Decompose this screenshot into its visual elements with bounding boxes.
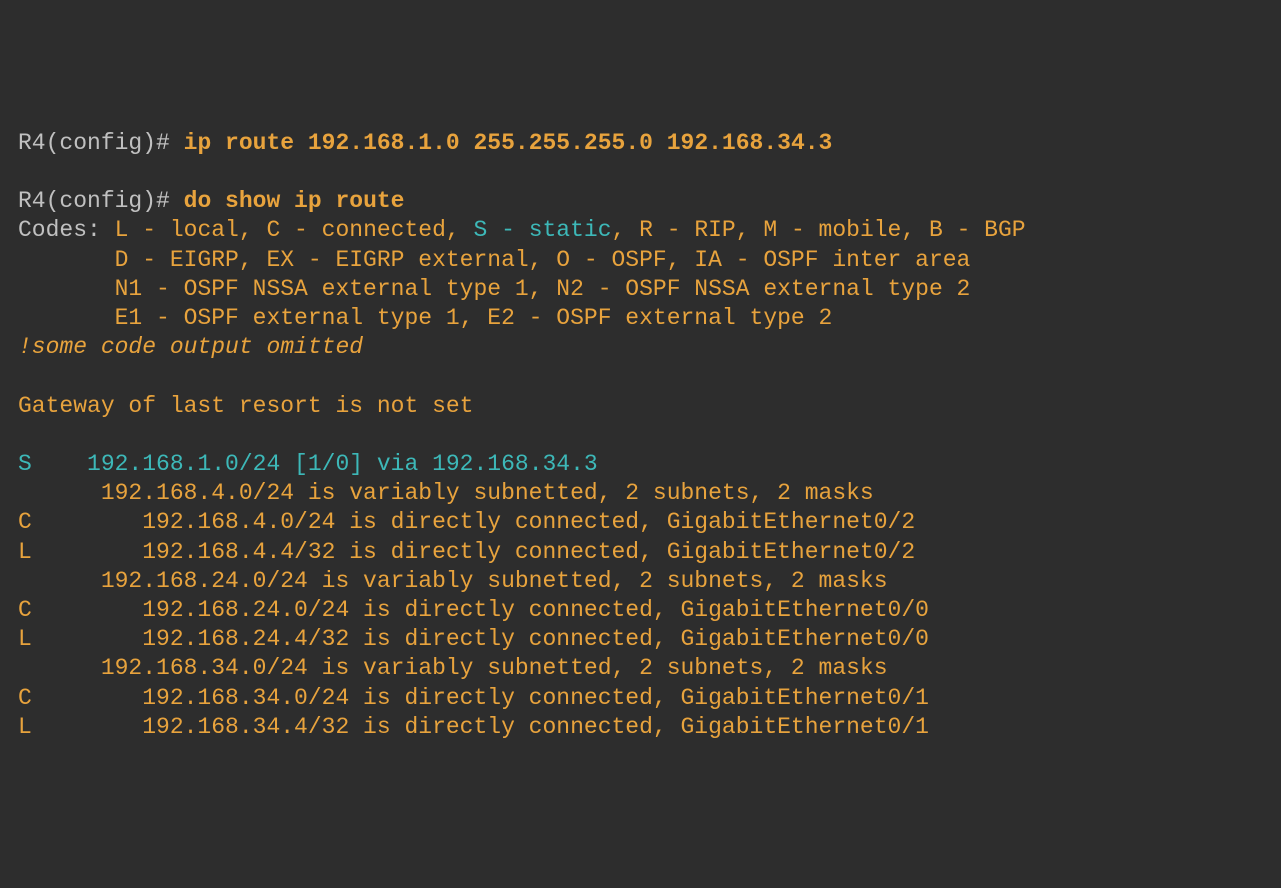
codes-static-highlight: S - static	[473, 217, 611, 243]
codes-line3: N1 - OSPF NSSA external type 1, N2 - OSP…	[18, 276, 970, 302]
prompt-line1: R4(config)#	[18, 130, 184, 156]
terminal-output: R4(config)# ip route 192.168.1.0 255.255…	[18, 129, 1263, 742]
route-24-header: 192.168.24.0/24 is variably subnetted, 2…	[18, 568, 888, 594]
route-4-header: 192.168.4.0/24 is variably subnetted, 2 …	[18, 480, 874, 506]
gateway-line: Gateway of last resort is not set	[18, 393, 473, 419]
codes-line4: E1 - OSPF external type 1, E2 - OSPF ext…	[18, 305, 832, 331]
codes-line1a: L - local, C - connected,	[115, 217, 474, 243]
route-34-connected: C 192.168.34.0/24 is directly connected,…	[18, 685, 929, 711]
route-34-local: L 192.168.34.4/32 is directly connected,…	[18, 714, 929, 740]
route-34-header: 192.168.34.0/24 is variably subnetted, 2…	[18, 655, 888, 681]
prompt-line2: R4(config)#	[18, 188, 184, 214]
omitted-note: !some code output omitted	[18, 334, 363, 360]
codes-line2: D - EIGRP, EX - EIGRP external, O - OSPF…	[18, 247, 970, 273]
route-4-connected: C 192.168.4.0/24 is directly connected, …	[18, 509, 915, 535]
route-4-local: L 192.168.4.4/32 is directly connected, …	[18, 539, 915, 565]
static-route-line: 192.168.1.0/24 [1/0] via 192.168.34.3	[32, 451, 598, 477]
static-route-code: S	[18, 451, 32, 477]
codes-line1b: , R - RIP, M - mobile, B - BGP	[612, 217, 1026, 243]
route-24-connected: C 192.168.24.0/24 is directly connected,…	[18, 597, 929, 623]
command-show-ip-route: do show ip route	[184, 188, 405, 214]
route-24-local: L 192.168.24.4/32 is directly connected,…	[18, 626, 929, 652]
codes-prefix: Codes:	[18, 217, 115, 243]
command-ip-route: ip route 192.168.1.0 255.255.255.0 192.1…	[184, 130, 833, 156]
